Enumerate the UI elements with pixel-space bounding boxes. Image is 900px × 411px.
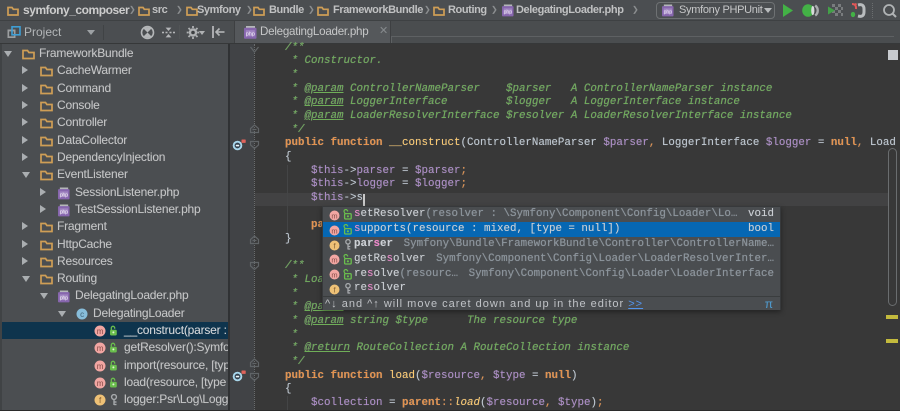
svg-text:c: c <box>80 310 84 319</box>
svg-text:php: php <box>504 9 513 15</box>
svg-text:php: php <box>60 209 68 215</box>
svg-text:php: php <box>664 9 673 15</box>
svg-text:m: m <box>331 211 337 220</box>
svg-text:php: php <box>60 192 68 198</box>
svg-text:php: php <box>246 32 255 38</box>
svg-text:m: m <box>331 226 337 235</box>
svg-text:php: php <box>60 296 68 302</box>
svg-text:m: m <box>97 344 104 353</box>
svg-text:m: m <box>97 379 104 388</box>
svg-text:m: m <box>97 327 104 336</box>
svg-text:m: m <box>97 362 104 371</box>
svg-text:m: m <box>331 271 337 280</box>
svg-text:m: m <box>331 256 337 265</box>
